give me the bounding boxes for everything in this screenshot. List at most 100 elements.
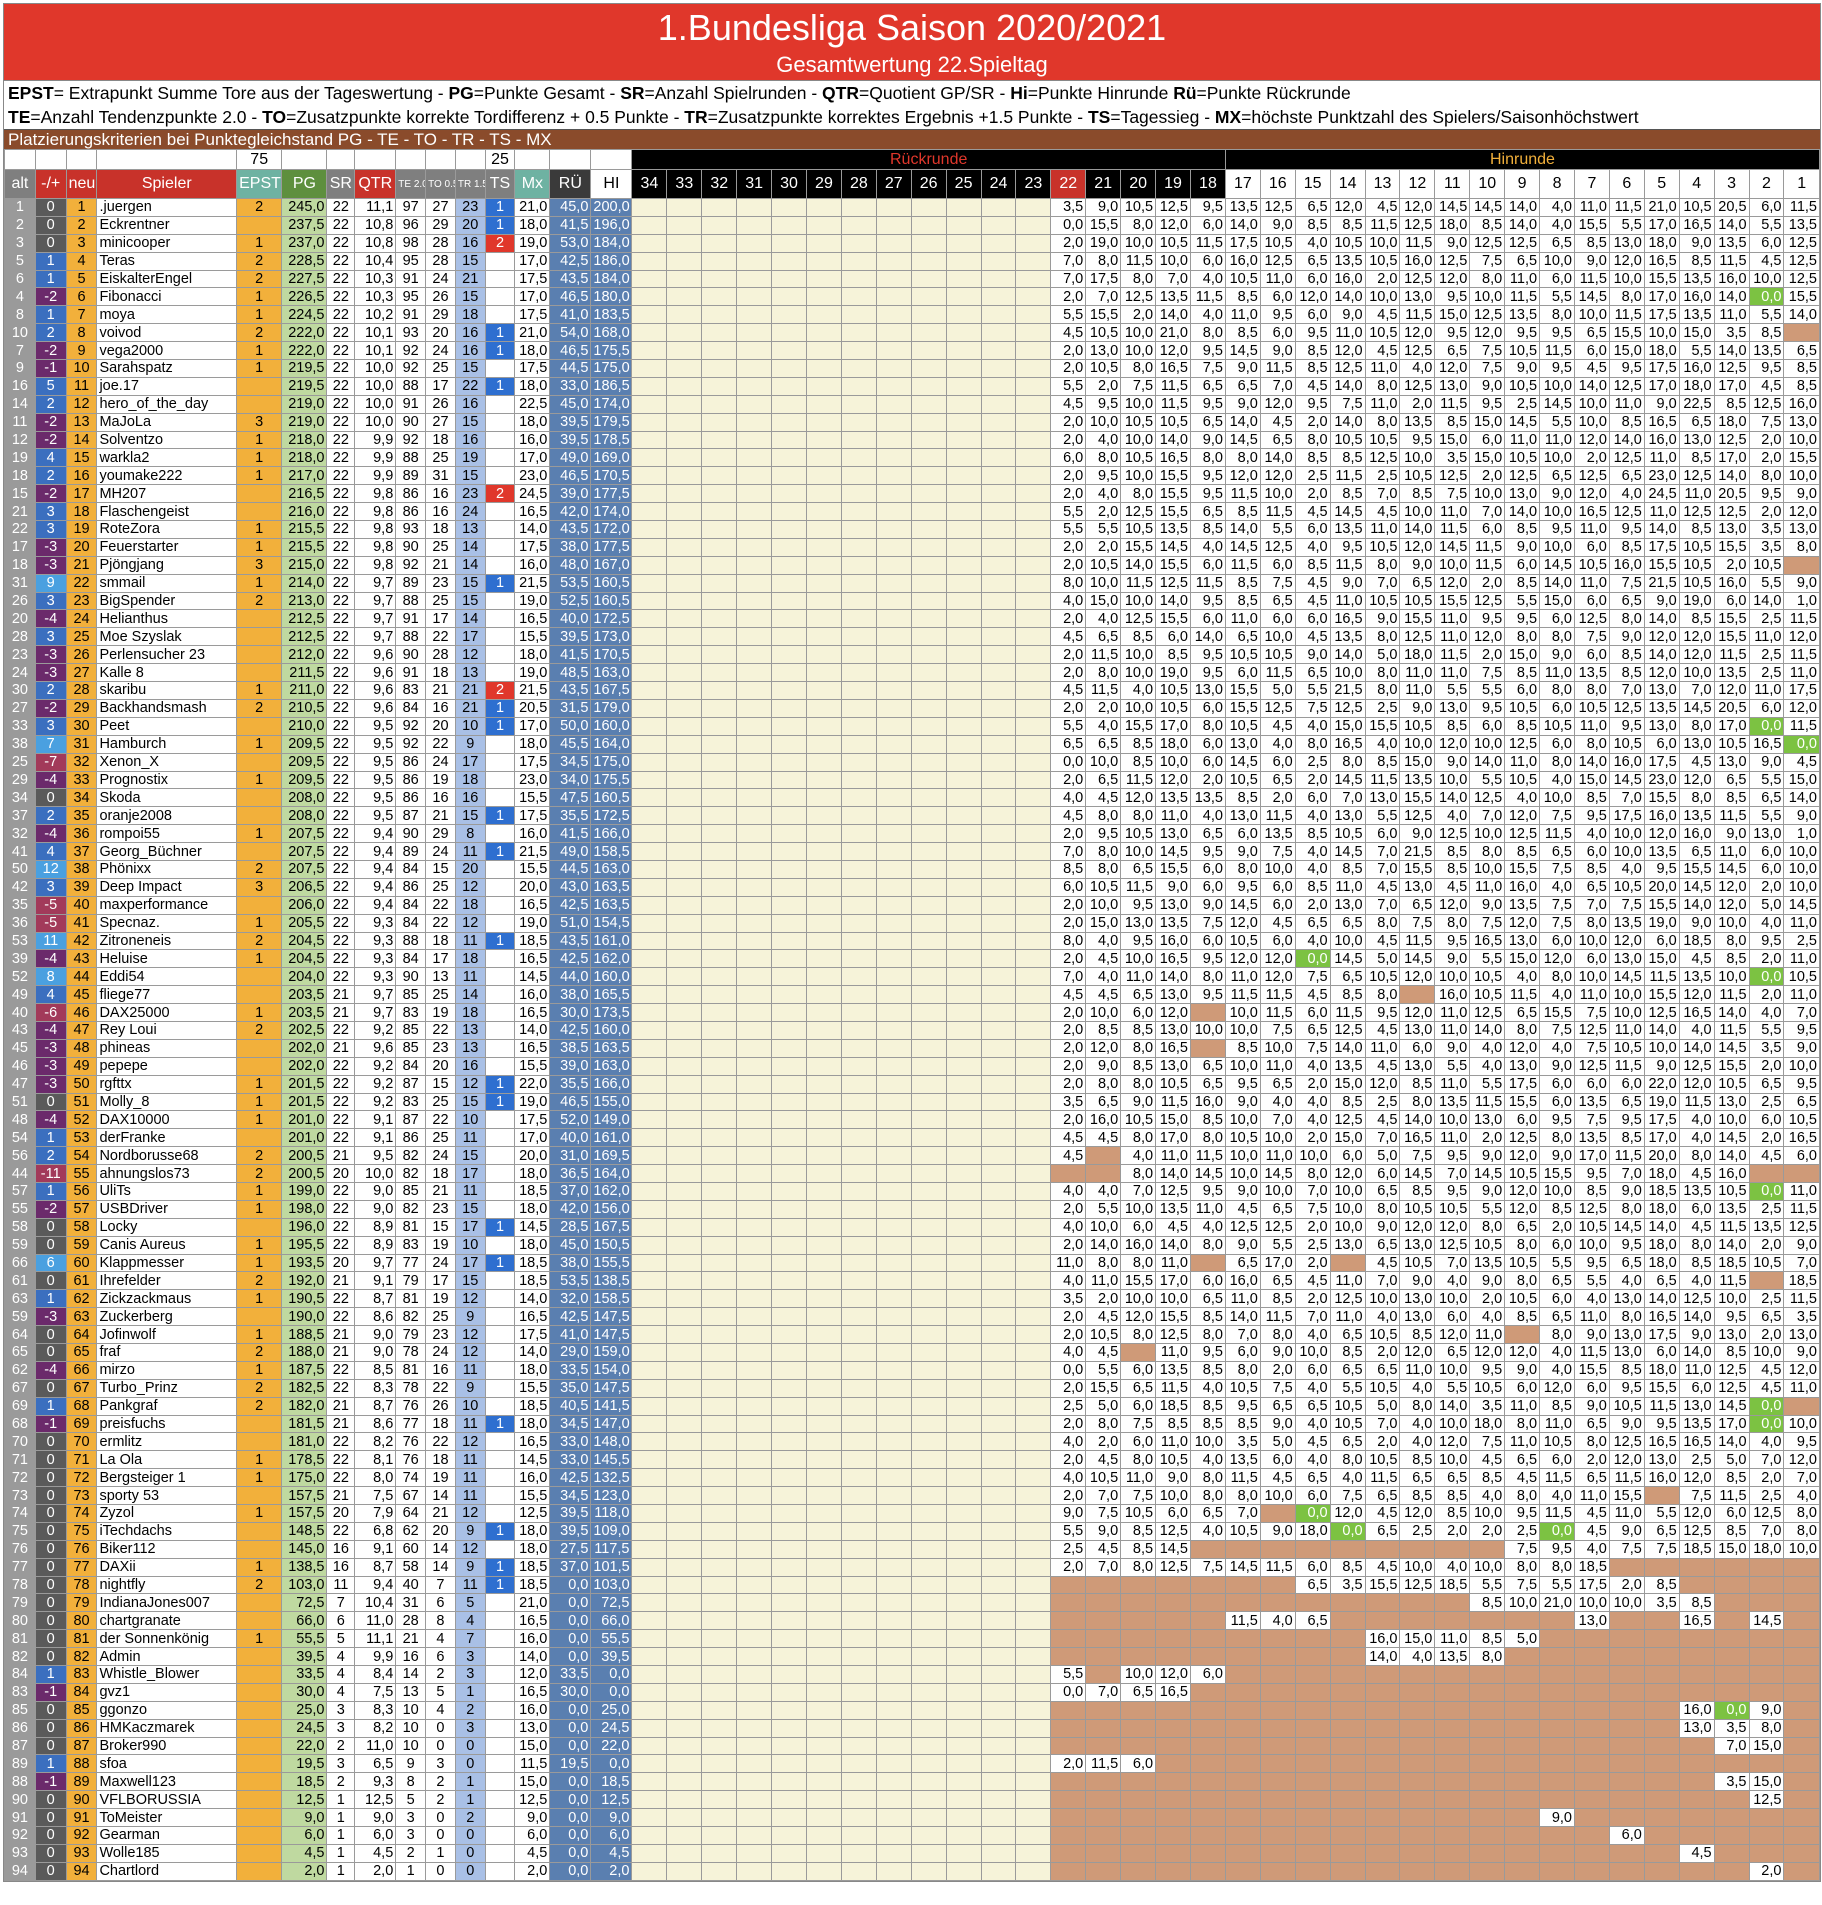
round-score: 6,5 — [1539, 466, 1575, 486]
player-name: Eddi54 — [96, 967, 238, 987]
future-round-cell — [875, 1343, 912, 1362]
round-score: 14,5 — [1608, 770, 1645, 790]
pg-value: 19,5 — [281, 1754, 328, 1774]
round-score — [1573, 1629, 1610, 1649]
round-score: 14,0 — [1155, 591, 1191, 611]
rank-old: 43 — [4, 1020, 36, 1040]
round-score — [1573, 1718, 1610, 1738]
round-score: 4,0 — [1050, 591, 1087, 611]
round-score: 7,5 — [1329, 394, 1366, 414]
round-score: 10,5 — [1399, 1199, 1436, 1219]
future-round-cell — [736, 502, 773, 522]
round-score: 12,5 — [1329, 1020, 1366, 1040]
round-score — [1329, 1253, 1366, 1273]
round-score: 9,5 — [1643, 859, 1680, 879]
header-day: 1 — [1783, 169, 1820, 199]
round-score: 12,5 — [1678, 1289, 1715, 1309]
future-round-cell — [701, 305, 738, 325]
sr-value: 22 — [326, 287, 356, 307]
round-score: 12,5 — [1399, 376, 1436, 396]
future-round-cell — [701, 233, 738, 253]
future-round-cell — [840, 1181, 877, 1201]
future-round-cell — [631, 537, 668, 557]
round-score — [1434, 1772, 1471, 1792]
hi-value: 163,5 — [590, 877, 633, 897]
future-round-cell — [945, 1074, 982, 1094]
to-value: 16 — [425, 1360, 456, 1380]
future-round-cell — [771, 1432, 807, 1452]
header-day: 26 — [910, 169, 947, 199]
round-score: 11,5 — [1539, 1468, 1575, 1488]
sr-value: 16 — [326, 1557, 356, 1577]
round-score: 11,0 — [1539, 430, 1575, 450]
round-score — [1085, 1790, 1122, 1810]
ts-value — [484, 1504, 516, 1523]
round-score: 12,0 — [1399, 1504, 1436, 1523]
round-score: 17,5 — [1573, 1575, 1610, 1595]
future-round-cell — [806, 1772, 842, 1792]
table-row: 62 -4 66 mirzo 1 187,5 22 8,5 81 16 11 18,0 33,5 154,… — [4, 1360, 1820, 1380]
round-score — [1120, 1790, 1157, 1810]
pg-value: 181,0 — [281, 1432, 328, 1452]
player-name: joe.17 — [96, 376, 238, 396]
hi-value: 109,0 — [590, 1521, 633, 1541]
future-round-cell — [945, 842, 982, 861]
rue-value: 39,5 — [549, 430, 592, 450]
round-score — [1399, 1772, 1436, 1792]
round-score: 12,5 — [1469, 591, 1506, 611]
tr-value: 9 — [454, 734, 486, 754]
round-score: 8,0 — [1469, 842, 1506, 861]
future-round-cell — [771, 1772, 807, 1792]
header-spacer — [395, 149, 427, 170]
future-round-cell — [701, 859, 738, 879]
future-round-cell — [771, 1128, 807, 1148]
ts-value: 1 — [484, 198, 516, 217]
round-score: 18,0 — [1643, 1164, 1680, 1183]
future-round-cell — [910, 806, 947, 826]
future-round-cell — [945, 1289, 982, 1309]
round-score: 9,0 — [1573, 1325, 1610, 1344]
round-score — [1539, 1790, 1575, 1810]
round-score — [1364, 1700, 1401, 1720]
hi-value: 6,0 — [590, 1826, 633, 1845]
player-name: derFranke — [96, 1128, 238, 1148]
mx-value: 16,5 — [514, 502, 551, 522]
round-score: 12,0 — [1434, 895, 1471, 915]
qtr-value: 9,9 — [354, 430, 397, 450]
rank-old: 34 — [4, 788, 36, 808]
rank-old: 67 — [4, 1378, 36, 1398]
round-score: 9,0 — [1399, 698, 1436, 718]
future-round-cell — [701, 645, 738, 665]
future-round-cell — [1015, 1038, 1052, 1058]
round-score: 11,5 — [1783, 609, 1820, 629]
round-score: 11,5 — [1155, 1378, 1191, 1398]
round-score — [1783, 1826, 1820, 1845]
round-score — [1713, 1861, 1750, 1881]
round-score: 14,5 — [1155, 537, 1191, 557]
rank-old: 81 — [4, 1629, 36, 1649]
rank-old: 30 — [4, 681, 36, 700]
round-score — [1434, 1736, 1471, 1756]
round-score: 8,5 — [1294, 555, 1331, 575]
round-score: 2,0 — [1294, 1289, 1331, 1309]
round-score: 11,0 — [1329, 1271, 1366, 1291]
round-score: 11,5 — [1713, 645, 1750, 665]
round-score: 7,0 — [1050, 269, 1087, 289]
epst-value: 1 — [236, 1199, 283, 1219]
future-round-cell — [875, 913, 912, 933]
player-name: Zuckerberg — [96, 1307, 238, 1327]
future-round-cell — [736, 985, 773, 1005]
round-score: 12,0 — [1678, 1074, 1715, 1094]
future-round-cell — [806, 537, 842, 557]
future-round-cell — [631, 1611, 668, 1631]
round-score: 8,5 — [1678, 448, 1715, 468]
round-score — [1643, 1486, 1680, 1506]
future-round-cell — [701, 1253, 738, 1273]
round-score: 16,5 — [1329, 609, 1366, 629]
rank-change: 8 — [34, 967, 67, 987]
hi-value: 123,0 — [590, 1486, 633, 1506]
round-score — [1189, 1611, 1226, 1631]
round-score — [1155, 1718, 1191, 1738]
rank-old: 61 — [4, 1271, 36, 1291]
rank-old: 57 — [4, 1181, 36, 1201]
